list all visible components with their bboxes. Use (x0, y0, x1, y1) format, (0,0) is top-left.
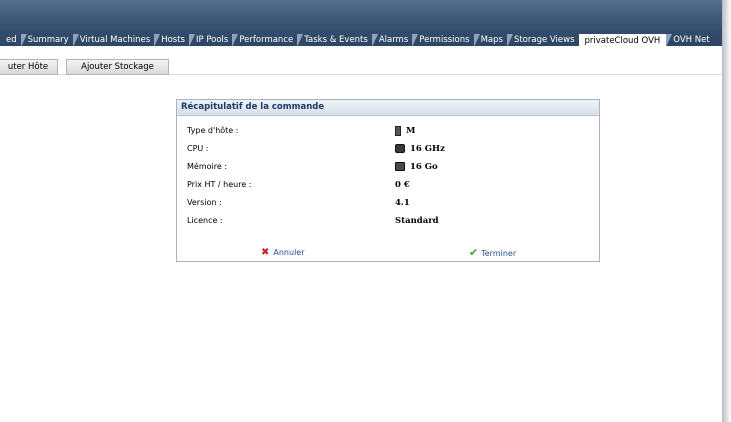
close-icon: ✖ (261, 247, 270, 258)
add-storage-button[interactable]: Ajouter Stockage (66, 59, 169, 75)
tab-storage-views[interactable]: Storage Views (506, 34, 579, 46)
tab-maps[interactable]: Maps (473, 34, 507, 46)
memory-text: 16 Go (410, 162, 438, 172)
tab-privatecloud-ovh[interactable]: privateCloud OVH (578, 34, 667, 46)
version-label: Version : (187, 198, 222, 207)
host-type-label: Type d'hôte : (187, 126, 239, 135)
host-type-value: M (395, 125, 415, 137)
order-summary-panel: Récapitulatif de la commande Type d'hôte… (176, 99, 600, 262)
host-type-text: M (406, 126, 416, 136)
price-label: Prix HT / heure : (187, 180, 252, 189)
checkmark-icon: ✔ (469, 246, 479, 259)
cpu-text: 16 GHz (410, 144, 445, 154)
tab-virtual-machines[interactable]: Virtual Machines (72, 34, 155, 46)
tab-permissions[interactable]: Permissions (412, 34, 473, 46)
licence-value: Standard (395, 216, 439, 226)
version-value: 4.1 (395, 198, 410, 208)
finish-label: Terminer (481, 249, 517, 258)
tab-partial-left[interactable]: ed (0, 34, 21, 46)
tab-ovh-net[interactable]: OVH Net (666, 34, 713, 46)
tab-tasks-events[interactable]: Tasks & Events (297, 34, 372, 46)
main-window: ed Summary Virtual Machines Hosts IP Pools Pe… (0, 0, 722, 422)
cancel-label: Annuler (273, 248, 305, 257)
window-shadow (722, 0, 731, 422)
finish-button[interactable]: ✔ Terminer (469, 247, 516, 259)
tab-alarms[interactable]: Alarms (371, 34, 412, 46)
licence-label: Licence : (187, 216, 223, 225)
order-summary-title: Récapitulatif de la commande (177, 100, 599, 116)
toolbar: uter Hôte Ajouter Stockage (0, 46, 722, 75)
cancel-button[interactable]: ✖ Annuler (261, 247, 305, 259)
tab-bar: ed Summary Virtual Machines Hosts IP Pools Pe… (0, 30, 722, 46)
cpu-value: 16 GHz (395, 143, 445, 155)
tab-hosts[interactable]: Hosts (154, 34, 189, 46)
memory-label: Mémoire : (187, 162, 228, 171)
memory-icon (395, 162, 405, 171)
tab-performance[interactable]: Performance (232, 34, 297, 46)
cpu-icon (395, 144, 405, 153)
price-value: 0 € (395, 180, 410, 190)
header-band (0, 0, 722, 30)
add-host-button[interactable]: uter Hôte (0, 59, 58, 75)
tab-ip-pools[interactable]: IP Pools (189, 34, 232, 46)
server-icon (395, 125, 401, 136)
tab-summary[interactable]: Summary (20, 34, 73, 46)
cpu-label: CPU : (187, 144, 209, 153)
memory-value: 16 Go (395, 161, 438, 173)
